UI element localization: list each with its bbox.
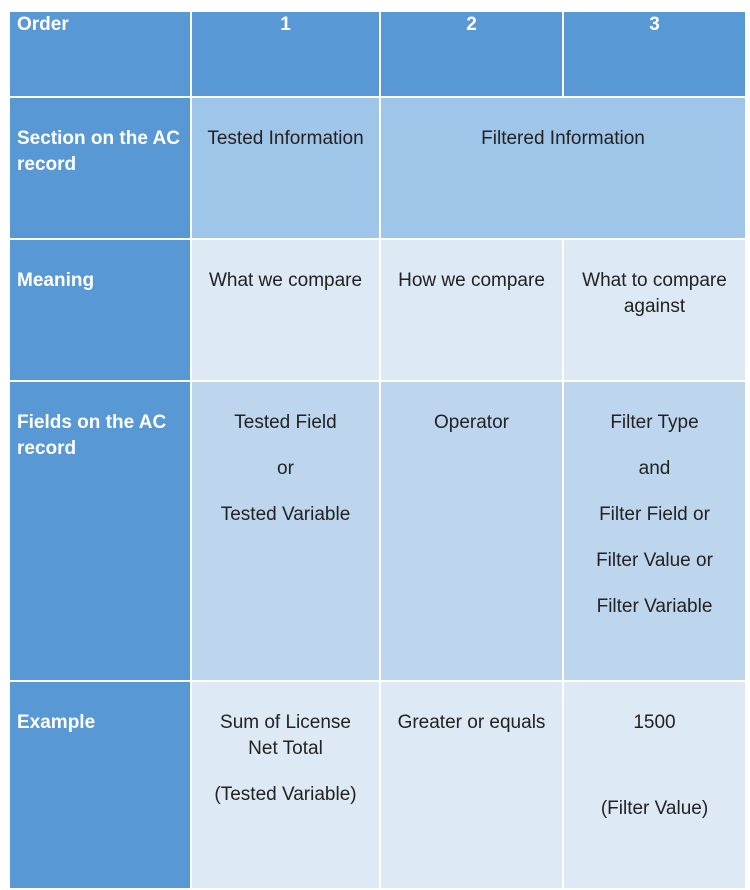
section-filtered: Filtered Information — [379, 96, 747, 240]
fields-operator: Operator — [379, 380, 564, 682]
fields-filter-line: and — [638, 458, 671, 479]
fields-filter: Filter Type and Filter Field or Filter V… — [562, 380, 747, 682]
example-operator: Greater or equals — [379, 680, 564, 890]
example-tested-note: (Tested Variable) — [214, 784, 357, 805]
order-column-1: 1 — [190, 10, 381, 98]
example-filter: 1500 (Filter Value) — [562, 680, 747, 890]
order-column-3: 3 — [562, 10, 747, 98]
order-row: Order 1 2 3 — [8, 10, 747, 98]
row-label-fields: Fields on the AC record — [8, 380, 192, 682]
fields-tested-line: Tested Field — [234, 412, 337, 433]
fields-filter-line: Filter Type — [610, 412, 699, 433]
order-column-2: 2 — [379, 10, 564, 98]
section-row: Section on the AC record Tested Informat… — [8, 96, 747, 240]
meaning-operator: How we compare — [379, 238, 564, 382]
row-label-example: Example — [8, 680, 192, 890]
ac-record-table: Order 1 2 3 Section on the AC record Tes… — [8, 10, 747, 890]
section-tested: Tested Information — [190, 96, 381, 240]
meaning-row: Meaning What we compare How we compare W… — [8, 238, 747, 382]
fields-filter-line: Filter Field or — [599, 504, 710, 525]
example-tested: Sum of License Net Total (Tested Variabl… — [190, 680, 381, 890]
meaning-tested: What we compare — [190, 238, 381, 382]
meaning-filter: What to compare against — [562, 238, 747, 382]
example-filter-note: (Filter Value) — [600, 798, 709, 819]
fields-tested-line: Tested Variable — [220, 504, 351, 525]
fields-operator-line: Operator — [434, 412, 509, 433]
example-filter-value: 1500 — [633, 712, 676, 733]
row-label-meaning: Meaning — [8, 238, 192, 382]
row-label-section: Section on the AC record — [8, 96, 192, 240]
fields-filter-line: Filter Value or — [596, 550, 713, 571]
example-tested-line: Sum of License — [220, 712, 351, 733]
row-label-order: Order — [8, 10, 192, 98]
fields-filter-line: Filter Variable — [596, 596, 713, 617]
fields-row: Fields on the AC record Tested Field or … — [8, 380, 747, 682]
example-row: Example Sum of License Net Total (Tested… — [8, 680, 747, 890]
fields-tested-line: or — [277, 458, 294, 479]
example-tested-line: Net Total — [248, 738, 323, 759]
fields-tested: Tested Field or Tested Variable — [190, 380, 381, 682]
